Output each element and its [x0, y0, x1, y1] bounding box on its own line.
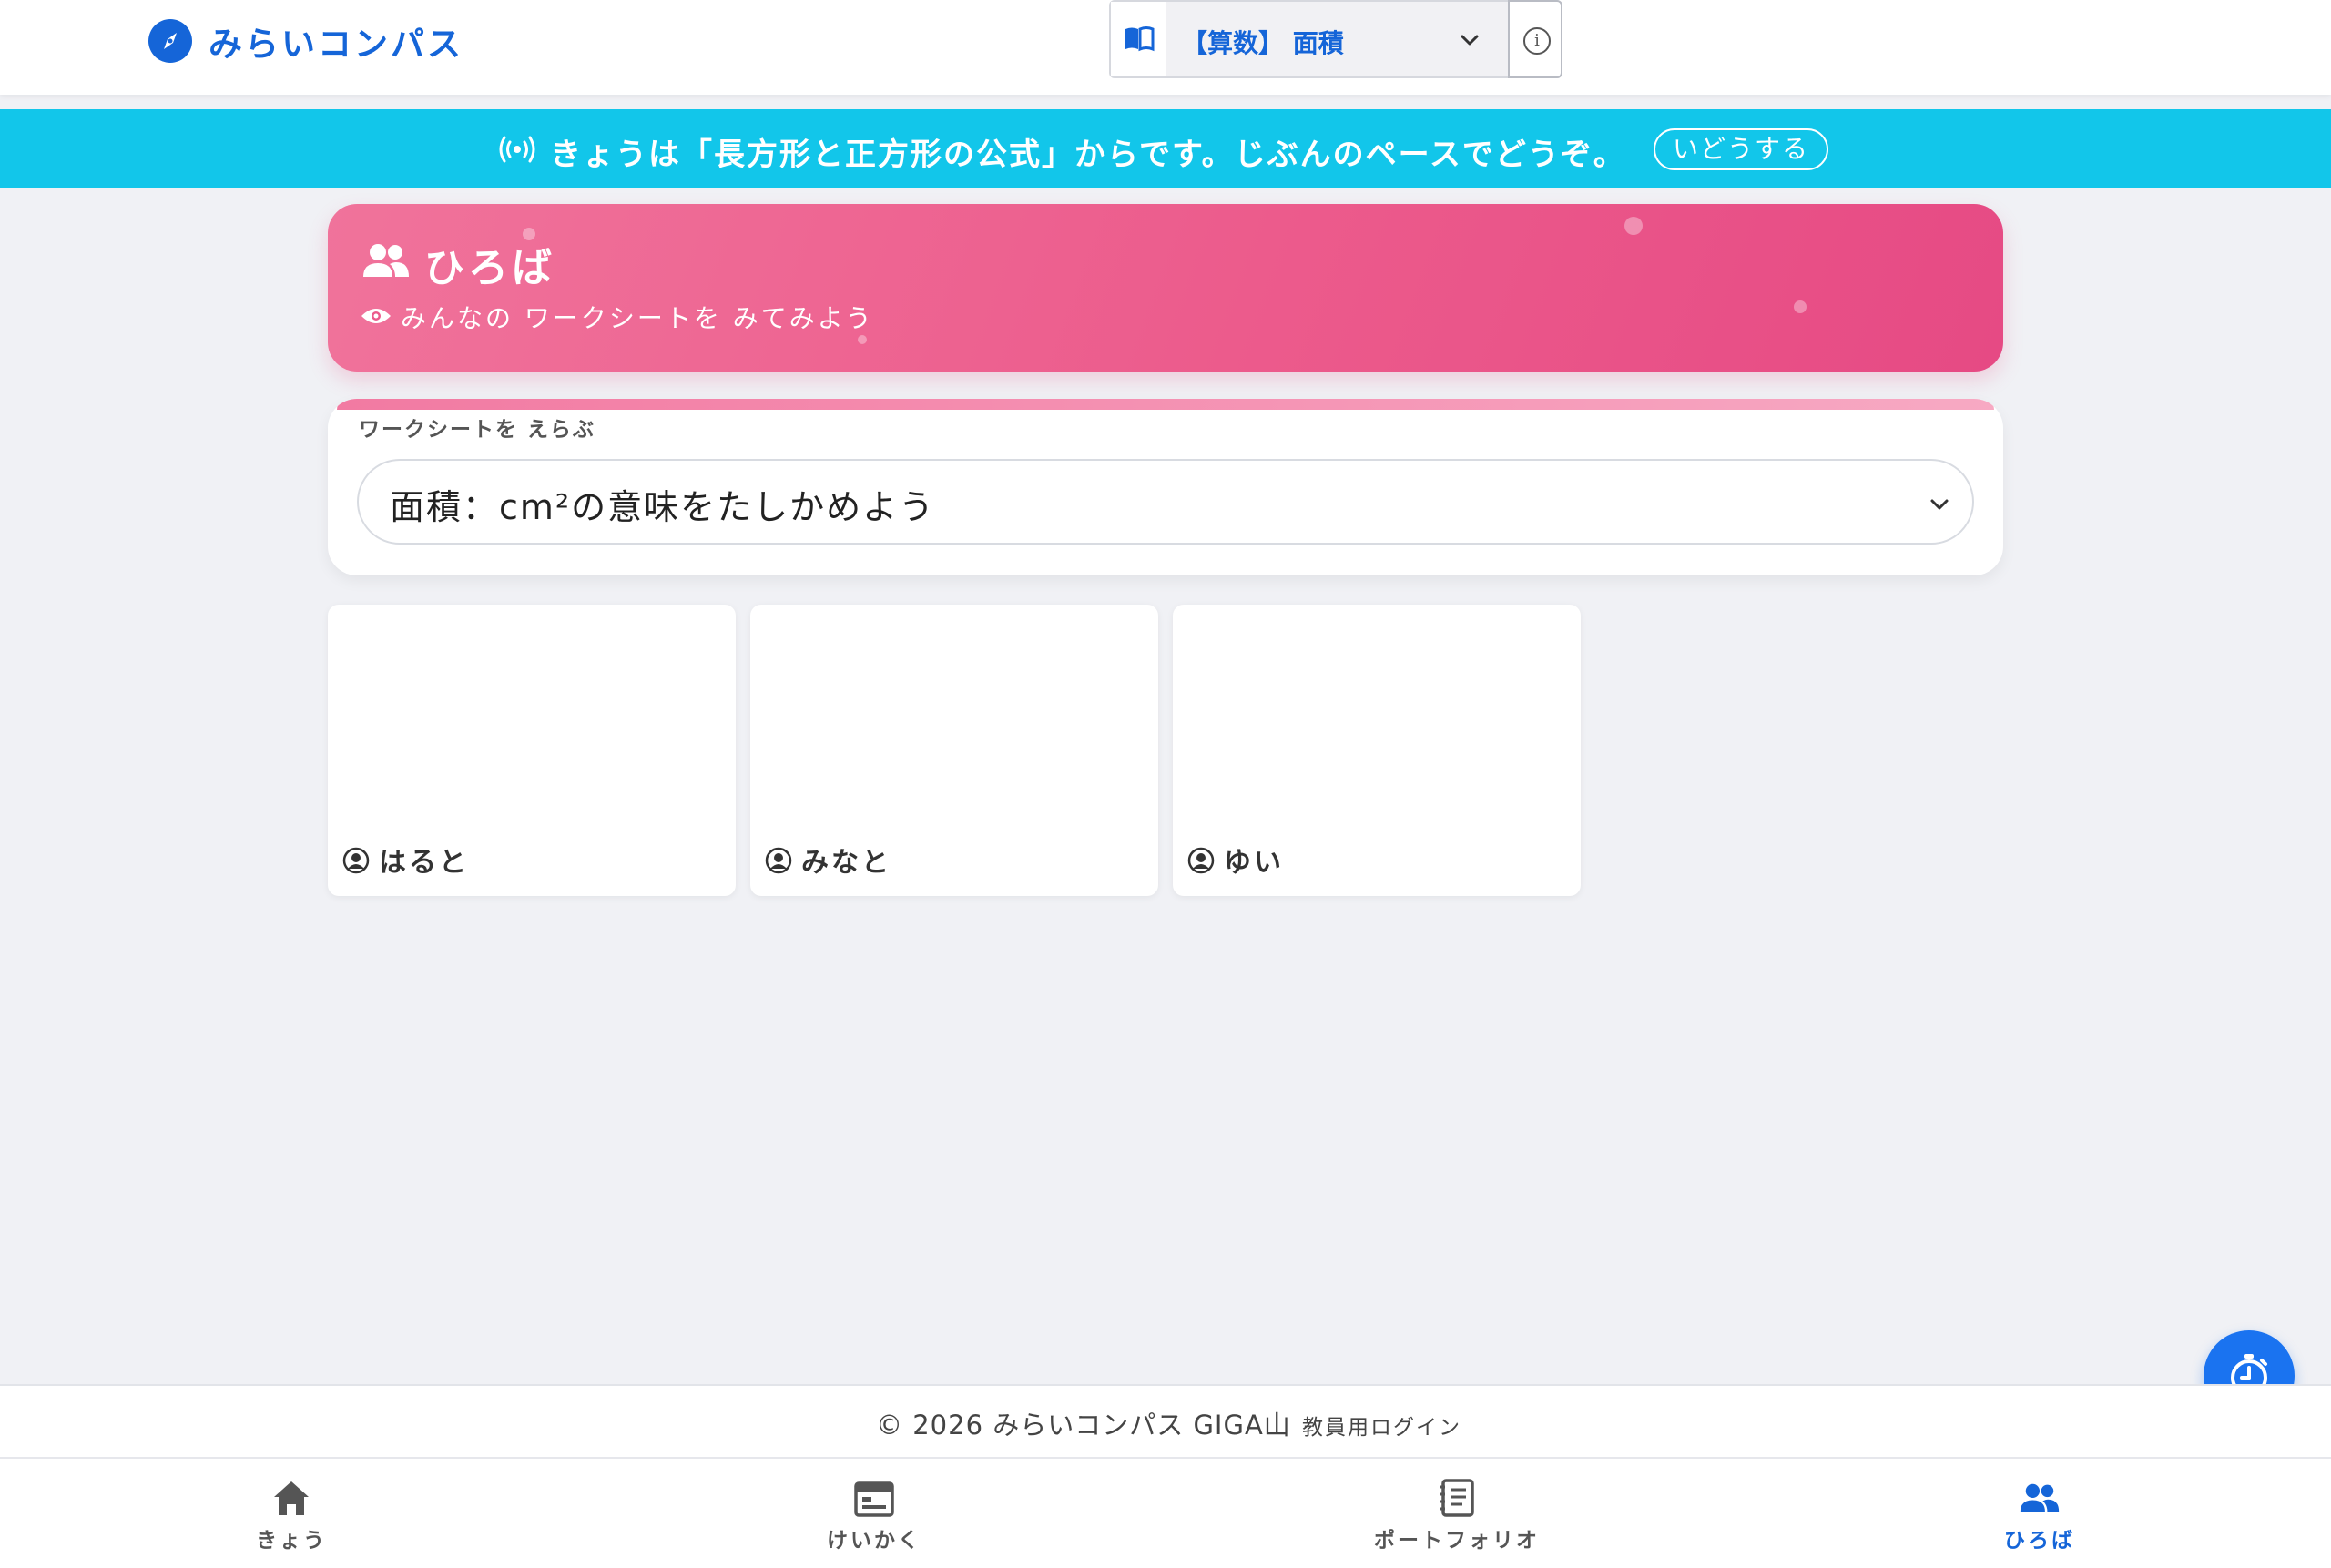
decor-dot — [1624, 217, 1643, 235]
people-icon — [2020, 1483, 2060, 1512]
eye-icon — [361, 309, 391, 323]
home-icon — [274, 1481, 309, 1515]
copyright-text: © 2026 みらいコンパス GIGA山 — [876, 1410, 1291, 1441]
card-accent-bar — [337, 399, 1994, 410]
plaza-hero: ひろば みんなの ワークシートを みてみよう — [328, 204, 2003, 372]
notebook-icon — [1440, 1479, 1474, 1517]
worksheet-select[interactable]: 面積：cm²の意味をたしかめよう — [357, 459, 1974, 545]
bottom-navigation: きょう けいかく ポートフォリオ ひろば — [0, 1457, 2331, 1568]
brand-logo[interactable]: みらいコンパス — [148, 16, 463, 66]
nav-item-plan[interactable]: けいかく — [783, 1459, 965, 1568]
info-button[interactable]: i — [1508, 0, 1562, 78]
student-card[interactable]: はると — [328, 605, 736, 896]
nav-label: きょう — [256, 1529, 327, 1553]
people-icon — [363, 244, 409, 277]
teacher-login-link[interactable]: 教員用ログイン — [1302, 1410, 1461, 1441]
nav-item-plaza[interactable]: ひろば — [1949, 1459, 2131, 1568]
announcement-banner: きょうは「長方形と正方形の公式」からです。じぶんのペースでどうぞ。 いどうする — [0, 109, 2331, 188]
nav-item-today[interactable]: きょう — [200, 1459, 382, 1568]
decor-dot — [858, 335, 867, 344]
unit-select[interactable]: 【算数】 面積 — [1109, 0, 1562, 78]
worksheet-select-label: ワークシートを えらぶ — [359, 418, 596, 442]
nav-label: ポートフォリオ — [1374, 1529, 1540, 1553]
book-icon — [1125, 26, 1155, 52]
student-name: はると — [379, 847, 469, 879]
chevron-down-icon — [1461, 35, 1479, 46]
move-button[interactable]: いどうする — [1654, 128, 1828, 170]
brand-name: みらいコンパス — [209, 25, 463, 64]
chevron-down-icon — [1930, 499, 1949, 510]
unit-select-value: 【算数】 面積 — [1182, 28, 1344, 58]
page-title: ひろば — [424, 245, 555, 291]
app-header: みらいコンパス 【算数】 面積 i — [0, 0, 2331, 95]
info-icon: i — [1523, 27, 1551, 55]
worksheet-select-card: ワークシートを えらぶ 面積：cm²の意味をたしかめよう — [328, 399, 2003, 575]
user-avatar-icon — [1187, 847, 1215, 874]
page-footer: © 2026 みらいコンパス GIGA山 教員用ログイン — [0, 1384, 2331, 1459]
book-icon-area — [1111, 2, 1166, 76]
student-card[interactable]: みなと — [750, 605, 1158, 896]
student-card[interactable]: ゆい — [1173, 605, 1581, 896]
nav-item-portfolio[interactable]: ポートフォリオ — [1366, 1459, 1548, 1568]
page-subtitle: みんなの ワークシートを みてみよう — [401, 303, 874, 333]
nav-label: けいかく — [827, 1529, 921, 1553]
student-name: みなと — [801, 847, 891, 879]
calendar-icon — [854, 1481, 894, 1517]
broadcast-icon — [499, 136, 535, 163]
nav-label: ひろば — [2004, 1529, 2075, 1553]
user-avatar-icon — [342, 847, 370, 874]
compass-icon — [148, 19, 192, 63]
worksheet-select-value: 面積：cm²の意味をたしかめよう — [390, 487, 936, 527]
user-avatar-icon — [765, 847, 792, 874]
banner-message: きょうは「長方形と正方形の公式」からです。じぶんのペースでどうぞ。 — [550, 137, 1626, 173]
decor-dot — [1794, 300, 1807, 313]
student-name: ゆい — [1224, 847, 1284, 879]
